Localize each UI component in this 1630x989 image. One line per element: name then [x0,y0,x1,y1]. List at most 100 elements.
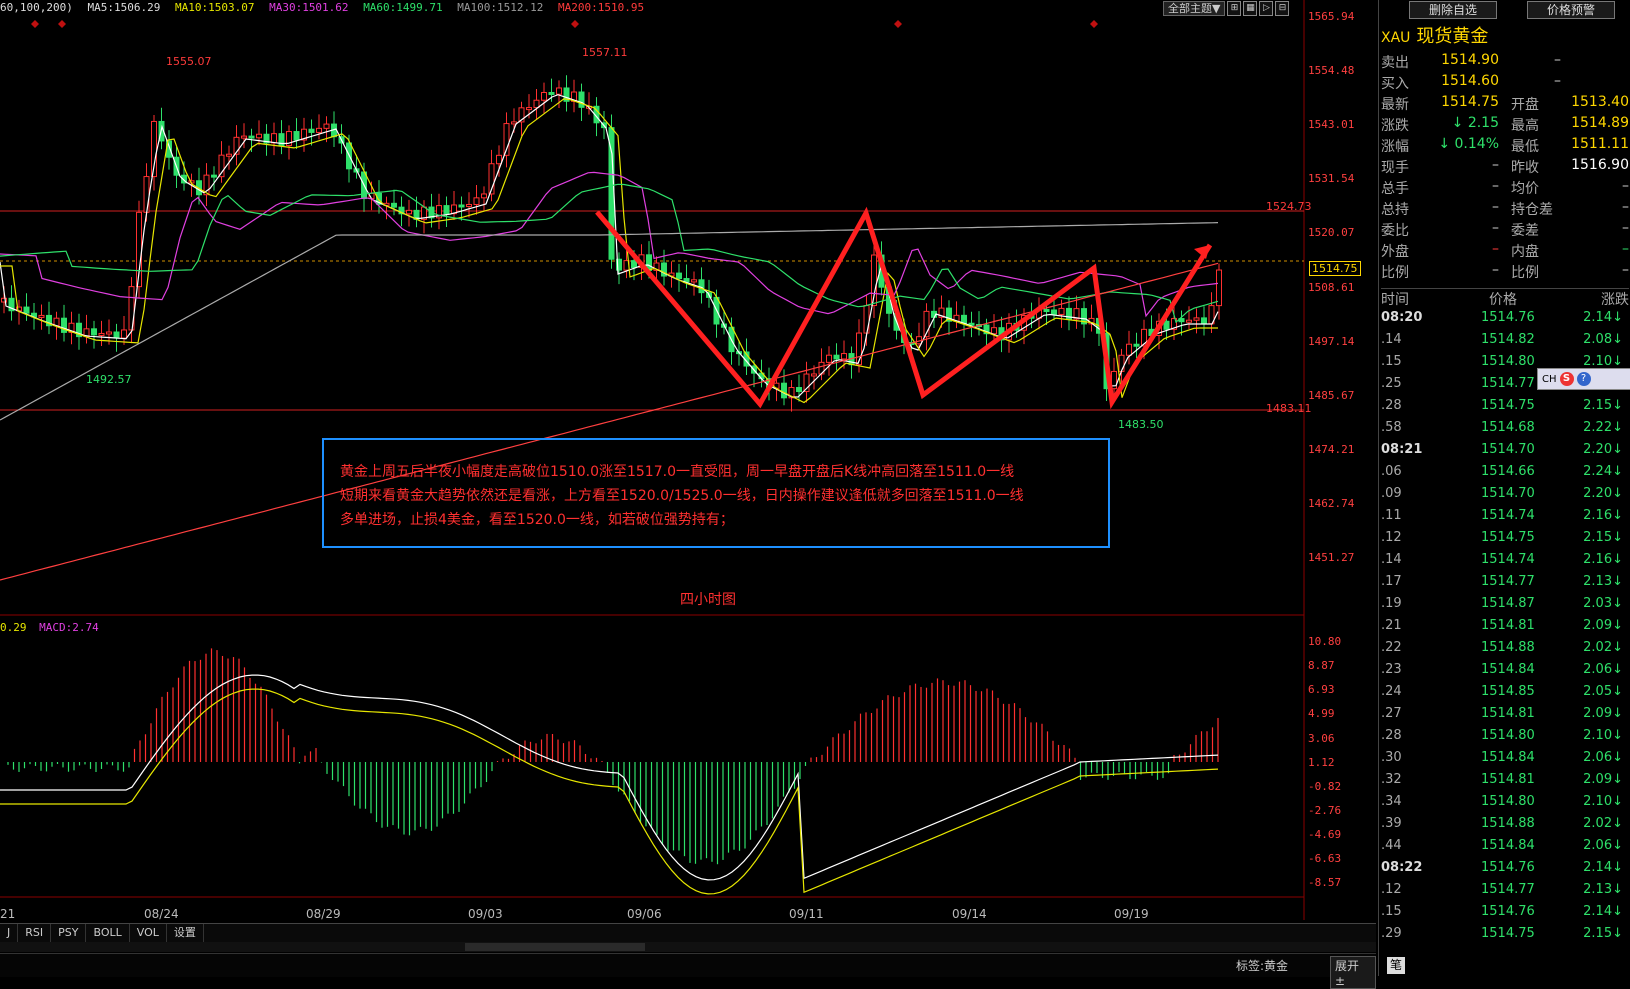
price-tick: 1462.74 [1308,497,1355,510]
note-line-1: 黄金上周五后半夜小幅度走高破位1510.0涨至1517.0一直受阻，周一早盘开盘… [340,464,1015,480]
event-marker [58,20,66,28]
candle-body [556,87,562,95]
quote-label: 委比 [1381,223,1409,239]
tab-settings[interactable]: 设置 [167,924,204,942]
tick-change: 2.24↓ [1583,464,1623,479]
tick-price: 1514.76 [1481,310,1535,325]
tab-vol[interactable]: VOL [130,924,167,942]
quote-label: 最低 [1511,139,1539,155]
tick-change: 2.20↓ [1583,442,1623,457]
tick-time: 08:22 [1381,860,1423,875]
tick-row: .30 1514.84 2.06↓ [1381,750,1629,771]
tab-psy[interactable]: PSY [51,924,87,942]
tick-change: 2.06↓ [1583,750,1623,765]
ime-toolbar[interactable]: CH S ? [1537,368,1630,390]
tick-price: 1514.85 [1481,684,1535,699]
event-marker [31,20,39,28]
tick-time: .28 [1381,398,1402,413]
quote-value: 1514.60 [1441,73,1499,89]
candle-body [826,354,832,363]
time-tick: 09/03 [468,907,503,921]
quote-value: – [1492,241,1499,257]
price-tick: 1474.21 [1308,443,1355,456]
candle-body [578,91,585,108]
quote-label: 涨幅 [1381,139,1409,155]
ma-params: 60,100,200) [0,1,73,14]
tab-rsi[interactable]: RSI [18,924,52,942]
play-icon[interactable]: ▷ [1259,1,1274,16]
tick-change: 2.20↓ [1583,486,1623,501]
horizontal-scrollbar[interactable] [0,942,1376,952]
tick-price: 1514.68 [1481,420,1535,435]
tick-price: 1514.74 [1481,508,1535,523]
candle-body [458,204,465,208]
tick-price: 1514.75 [1481,398,1535,413]
candle-body [226,153,232,157]
time-tick: 08/24 [144,907,179,921]
tab-j[interactable]: J [0,924,19,942]
theme-dropdown[interactable]: 全部主题▼ [1163,1,1226,16]
tick-price: 1514.84 [1481,750,1535,765]
candle-body [781,382,787,399]
grid-icon[interactable]: ▦ [1243,1,1258,16]
event-marker [571,20,579,28]
candle-body [466,204,472,208]
tick-time: .09 [1381,486,1402,501]
tick-header-time: 时间 [1381,292,1409,308]
sogou-icon[interactable]: S [1559,372,1574,386]
price-tick: 1554.48 [1308,64,1355,77]
tick-price: 1514.76 [1481,860,1535,875]
tick-row: .14 1514.82 2.08↓ [1381,332,1629,353]
zoom-in-icon[interactable]: ⊞ [1227,1,1242,16]
pen-button[interactable]: 笔 [1387,957,1405,974]
tab-boll[interactable]: BOLL [86,924,130,942]
event-marker [1090,20,1098,28]
expand-button[interactable]: 展开 ± [1330,956,1376,989]
expand-icon[interactable]: ⊟ [1275,1,1290,16]
quote-panel: 删除自选 价格预警 XAU 现货黄金 卖出 1514.90 – 买入 1514.60 – 最新… [1378,0,1630,976]
quote-label: 昨收 [1511,160,1539,176]
scroll-thumb[interactable] [465,943,645,951]
tick-price: 1514.84 [1481,838,1535,853]
tick-header: 时间 价格 涨跌 [1381,288,1629,309]
tick-price: 1514.80 [1481,354,1535,369]
trend-zigzag [595,206,1213,410]
macd-tick: 8.87 [1308,659,1335,672]
note-line-3: 多单进场，止损4美金，看至1520.0一线，如若破位强势持有； [340,512,734,528]
tick-header-change: 涨跌 [1601,292,1629,308]
tick-change: 2.16↓ [1583,552,1623,567]
candle-body [961,314,967,324]
quote-extra: – [1554,73,1561,89]
tick-price: 1514.75 [1481,926,1535,941]
candle-body [121,329,127,339]
tick-time: .21 [1381,618,1402,633]
quote-row: 持仓差 – [1511,199,1629,220]
macd-legend: 0.29 MACD:2.74 [0,621,99,634]
candle-body [991,327,997,335]
candle-body [256,133,262,139]
quote-value: – [1492,157,1499,173]
quote-value: – [1622,220,1629,236]
tick-price: 1514.66 [1481,464,1535,479]
ma200-value: MA200:1510.95 [558,1,645,14]
quote-label: 总持 [1381,202,1409,218]
candle-body [91,328,97,336]
ime-lang[interactable]: CH [1542,374,1557,385]
resistance-label: 1524.73 [1266,200,1312,213]
tick-change: 2.09↓ [1583,618,1623,633]
instrument-code: XAU [1381,30,1411,46]
quote-label: 卖出 [1381,55,1409,71]
tick-price: 1514.77 [1481,574,1535,589]
price-tick: 1543.01 [1308,118,1355,131]
tick-change: 2.09↓ [1583,706,1623,721]
candle-body [1133,343,1140,347]
delete-watchlist-button[interactable]: 删除自选 [1409,1,1497,19]
tick-row: .21 1514.81 2.09↓ [1381,618,1629,639]
tick-row: .23 1514.84 2.06↓ [1381,662,1629,683]
tick-change: 2.15↓ [1583,398,1623,413]
candle-body [113,331,120,339]
candle-body [241,135,247,139]
tick-change: 2.02↓ [1583,816,1623,831]
help-icon[interactable]: ? [1576,372,1591,386]
price-alert-button[interactable]: 价格预警 [1527,1,1615,19]
